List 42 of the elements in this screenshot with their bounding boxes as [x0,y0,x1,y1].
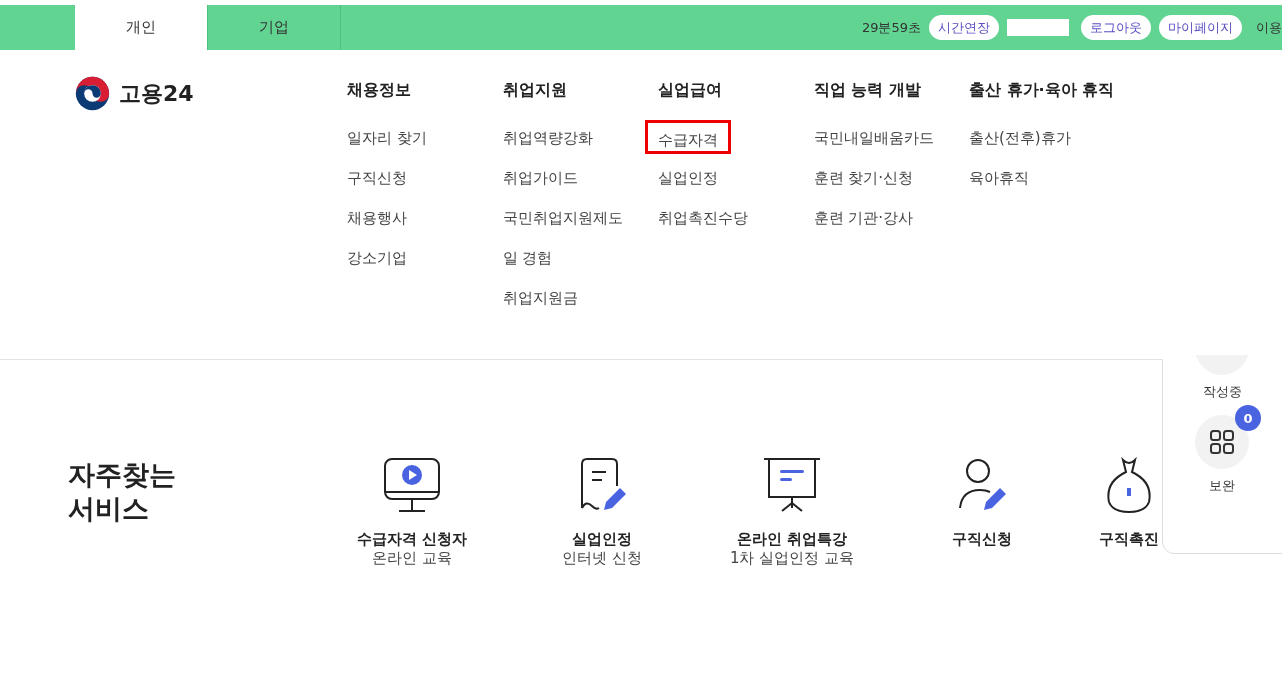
menu-item[interactable]: 일자리 찾기 [347,127,427,167]
tab[interactable]: 기업 [208,5,341,50]
menu-heading[interactable]: 채용정보 [347,80,411,101]
menu-item[interactable]: 취업가이드 [502,167,578,207]
tab[interactable]: 개인 [75,5,208,50]
menu-heading[interactable]: 취업지원 [502,80,567,101]
service-link[interactable]: 수급자격 신청자 온라인 교육 [317,456,507,568]
count-badge: 0 [1235,405,1261,431]
menu-item[interactable]: 강소기업 [347,247,407,287]
service-link[interactable]: 구직촉진 [1097,456,1161,568]
session-timer: 29분59초 [861,18,921,37]
service-link[interactable]: 온라인 취업특강 1차 실업인정 교육 [697,456,887,568]
logo-text[interactable]: 고용24 [119,78,194,109]
menu-item[interactable]: 취업촉진수당 [658,207,748,247]
menu-item[interactable]: 훈련 찾기·신청 [813,167,914,207]
menu-item[interactable]: 구직신청 [347,167,407,207]
redaction-block [1007,19,1069,36]
extend-time-button[interactable]: 시간연장 [929,15,999,40]
logo-icon [74,75,111,112]
menu-item[interactable]: 취업지원금 [502,287,578,327]
menu-item[interactable]: 출산(전후)휴가 [969,127,1071,167]
menu-heading[interactable]: 출산 휴가·육아 휴직 [969,80,1115,101]
menu-item[interactable]: 수급자격 [645,120,731,154]
menu-heading[interactable]: 직업 능력 개발 [813,80,921,101]
header-button[interactable]: 로그아웃 [1081,15,1151,40]
header-link[interactable]: 이용 [1256,18,1282,37]
panel-label: 작성중 [1202,383,1242,401]
menu-item[interactable]: 실업인정 [658,167,718,207]
menu-item[interactable]: 일 경험 [502,247,553,287]
panel-label: 보완 [1209,477,1235,495]
menu-item[interactable]: 육아휴직 [969,167,1029,207]
menu-item[interactable]: 국민취업지원제도 [502,207,623,247]
service-link[interactable]: 실업인정 인터넷 신청 [507,456,697,568]
menu-item[interactable]: 국민내일배움카드 [813,127,934,167]
service-link[interactable]: 구직신청 [887,456,1077,568]
header-button[interactable]: 마이페이지 [1159,15,1242,40]
menu-item[interactable]: 취업역량강화 [502,127,593,167]
menu-heading[interactable]: 실업급여 [658,80,722,101]
menu-item[interactable]: 채용행사 [347,207,407,247]
squares-icon [1209,429,1235,455]
menu-item[interactable]: 훈련 기관·강사 [813,207,914,247]
section-title: 자주찾는 서비스 [67,458,177,526]
